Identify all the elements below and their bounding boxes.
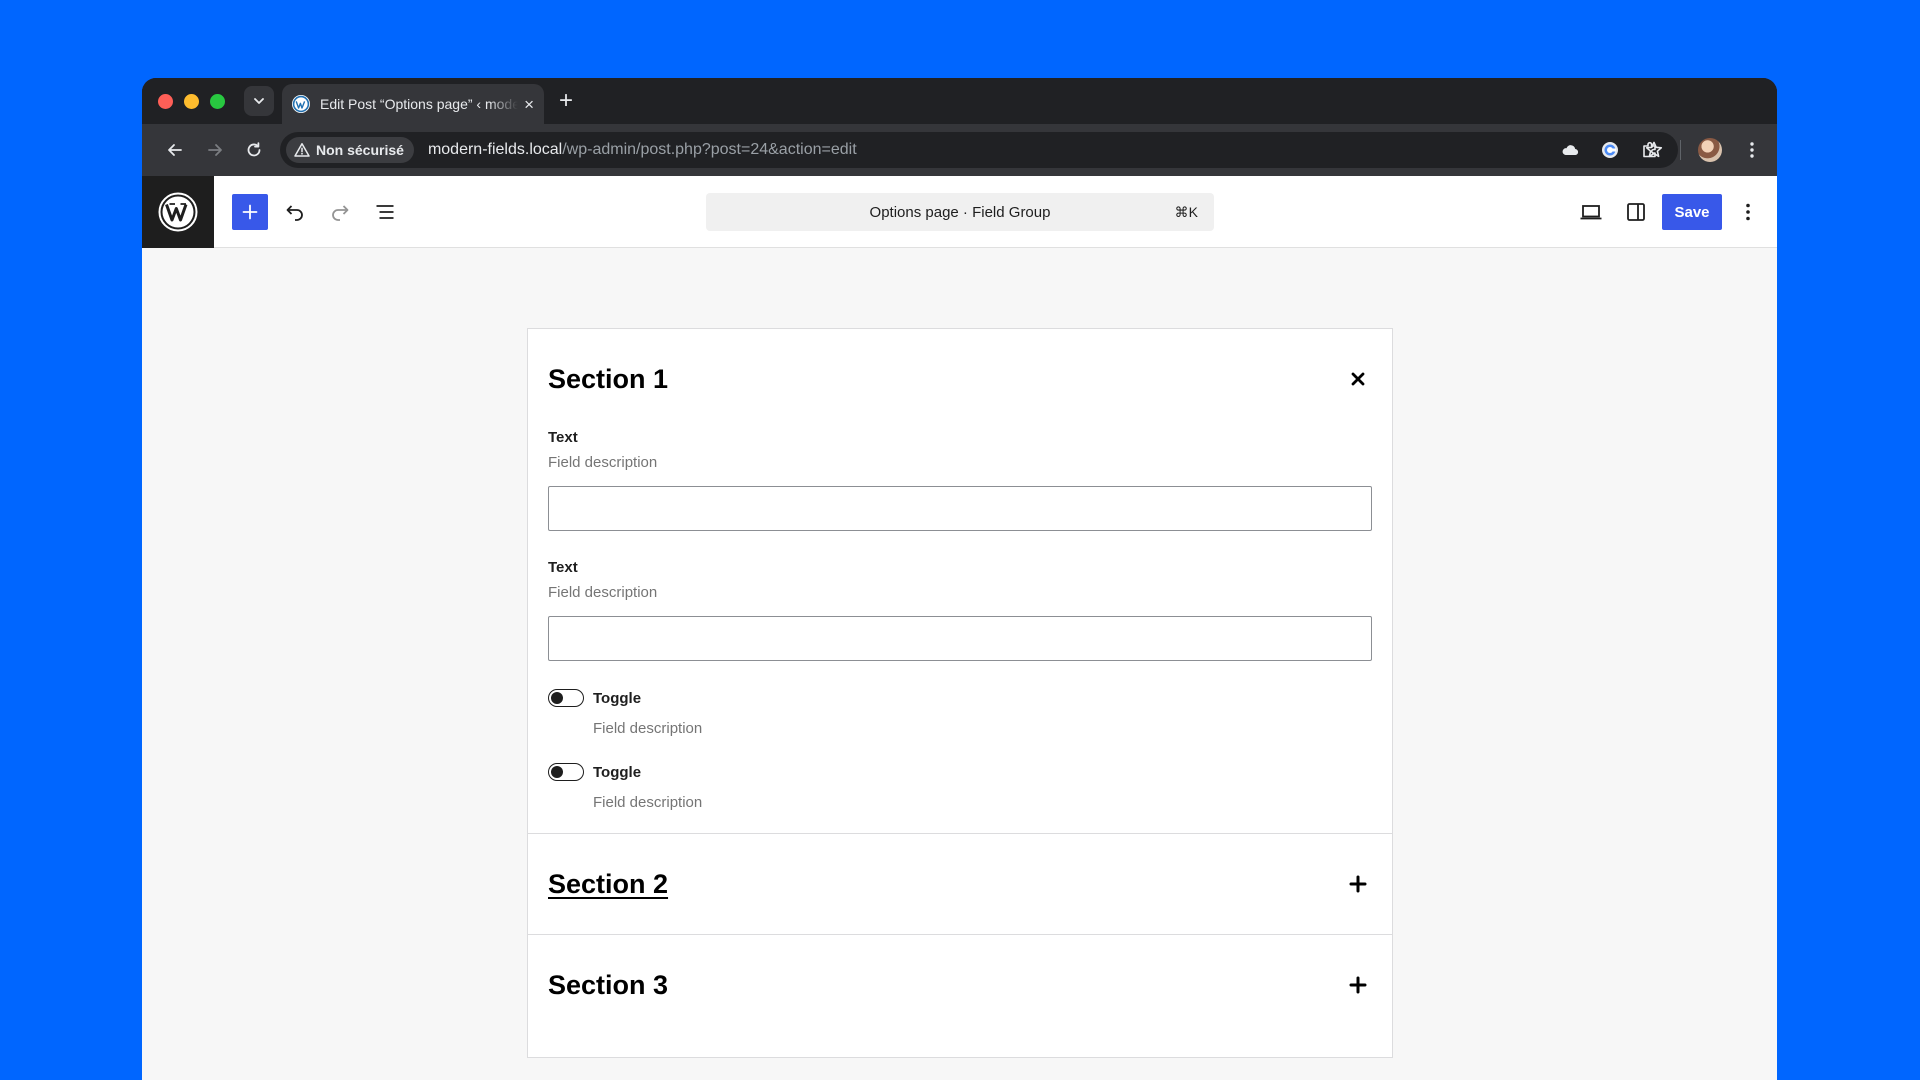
field-description: Field description — [593, 720, 703, 737]
text-field: Text Field description — [548, 429, 1372, 531]
text-input[interactable] — [548, 616, 1372, 661]
options-menu-button[interactable] — [1732, 196, 1764, 228]
document-overview-button[interactable] — [369, 196, 401, 228]
tab-search-button[interactable] — [244, 86, 274, 116]
undo-icon — [286, 205, 303, 221]
toggle-switch[interactable] — [548, 689, 584, 707]
wordpress-editor: Options page · Field Group ⌘K Save Secti… — [142, 176, 1777, 1080]
undo-button[interactable] — [279, 196, 311, 228]
section-header[interactable]: Section 1 — [528, 329, 1392, 429]
reload-icon — [247, 142, 261, 157]
tab-title: Edit Post “Options page” ‹ modern-fields… — [320, 96, 519, 112]
settings-sidebar-button[interactable] — [1620, 196, 1652, 228]
field-description: Field description — [593, 794, 703, 811]
section-title: Section 2 — [548, 868, 669, 899]
arrow-right-icon — [208, 144, 222, 156]
toggle-knob — [551, 692, 563, 704]
browser-menu-icon[interactable] — [1740, 138, 1764, 162]
maximize-window-button[interactable] — [210, 94, 225, 109]
section-body: Text Field description Text Field descri… — [528, 429, 1392, 833]
tab-close-icon[interactable]: × — [524, 96, 534, 113]
block-inserter-button[interactable] — [232, 194, 268, 230]
translate-extension-icon[interactable] — [1598, 138, 1622, 162]
field-group-card: Section 1 Text Field description Text Fi… — [527, 328, 1393, 1058]
field-label: Text — [548, 429, 578, 446]
url-text: modern-fields.local/wp-admin/post.php?po… — [428, 141, 857, 159]
plus-icon — [242, 204, 258, 220]
wordpress-favicon-icon — [292, 95, 310, 113]
arrow-left-icon — [168, 144, 182, 156]
new-tab-button[interactable]: + — [553, 88, 579, 114]
wordpress-logo-icon[interactable] — [142, 176, 214, 248]
section-title: Section 3 — [548, 969, 669, 1000]
preview-button[interactable] — [1575, 196, 1607, 228]
editor-header: Options page · Field Group ⌘K Save — [142, 176, 1777, 248]
warning-icon — [294, 143, 310, 157]
toggle-label: Toggle — [593, 764, 642, 781]
list-view-icon — [376, 205, 394, 219]
close-window-button[interactable] — [158, 94, 173, 109]
extensions-puzzle-icon[interactable] — [1638, 138, 1662, 162]
text-input[interactable] — [548, 486, 1372, 531]
browser-toolbar: Non sécurisé modern-fields.local/wp-admi… — [142, 124, 1777, 176]
toggle-field: Toggle Field description — [548, 689, 1372, 737]
command-palette-bar[interactable]: Options page · Field Group ⌘K — [706, 193, 1214, 231]
plus-icon[interactable] — [1344, 870, 1372, 898]
document-title: Options page · Field Group — [869, 203, 1051, 221]
redo-icon — [332, 205, 349, 221]
section-title: Section 1 — [548, 363, 669, 394]
section-1: Section 1 Text Field description Text Fi… — [528, 329, 1392, 834]
toggle-switch[interactable] — [548, 763, 584, 781]
security-indicator[interactable]: Non sécurisé — [286, 137, 414, 163]
text-field: Text Field description — [548, 559, 1372, 661]
toolbar-divider — [1680, 140, 1681, 160]
shortcut-hint: ⌘K — [1174, 204, 1198, 220]
field-description: Field description — [548, 584, 658, 601]
chevron-down-icon — [254, 98, 264, 104]
address-bar[interactable]: Non sécurisé modern-fields.local/wp-admi… — [280, 132, 1678, 168]
sidebar-toggle-icon — [1627, 203, 1645, 221]
toggle-label: Toggle — [593, 690, 642, 707]
forward-button[interactable] — [202, 137, 228, 163]
browser-window: Edit Post “Options page” ‹ modern-fields… — [142, 78, 1777, 1080]
url-host: modern-fields.local — [427, 141, 563, 158]
plus-icon[interactable] — [1344, 971, 1372, 999]
redo-button[interactable] — [324, 196, 356, 228]
save-button[interactable]: Save — [1662, 194, 1722, 230]
minimize-window-button[interactable] — [184, 94, 199, 109]
url-path: /wp-admin/post.php?post=24&action=edit — [562, 141, 857, 158]
toggle-knob — [551, 766, 563, 778]
back-button[interactable] — [162, 137, 188, 163]
section-header[interactable]: Section 3 — [528, 935, 1392, 1035]
more-vertical-icon — [1746, 203, 1750, 221]
field-description: Field description — [548, 454, 658, 471]
field-label: Text — [548, 559, 578, 576]
cloud-extension-icon[interactable] — [1558, 138, 1582, 162]
section-header[interactable]: Section 2 — [528, 834, 1392, 934]
tab-strip: Edit Post “Options page” ‹ modern-fields… — [142, 78, 1777, 124]
desktop-preview-icon — [1580, 205, 1602, 220]
reload-button[interactable] — [241, 137, 267, 163]
close-icon[interactable] — [1344, 365, 1372, 393]
browser-tab-active[interactable]: Edit Post “Options page” ‹ modern-fields… — [282, 84, 544, 124]
profile-avatar[interactable] — [1698, 138, 1722, 162]
toggle-field: Toggle Field description — [548, 763, 1372, 811]
section-3: Section 3 — [528, 935, 1392, 1035]
security-label: Non sécurisé — [316, 142, 404, 158]
section-2: Section 2 — [528, 834, 1392, 935]
